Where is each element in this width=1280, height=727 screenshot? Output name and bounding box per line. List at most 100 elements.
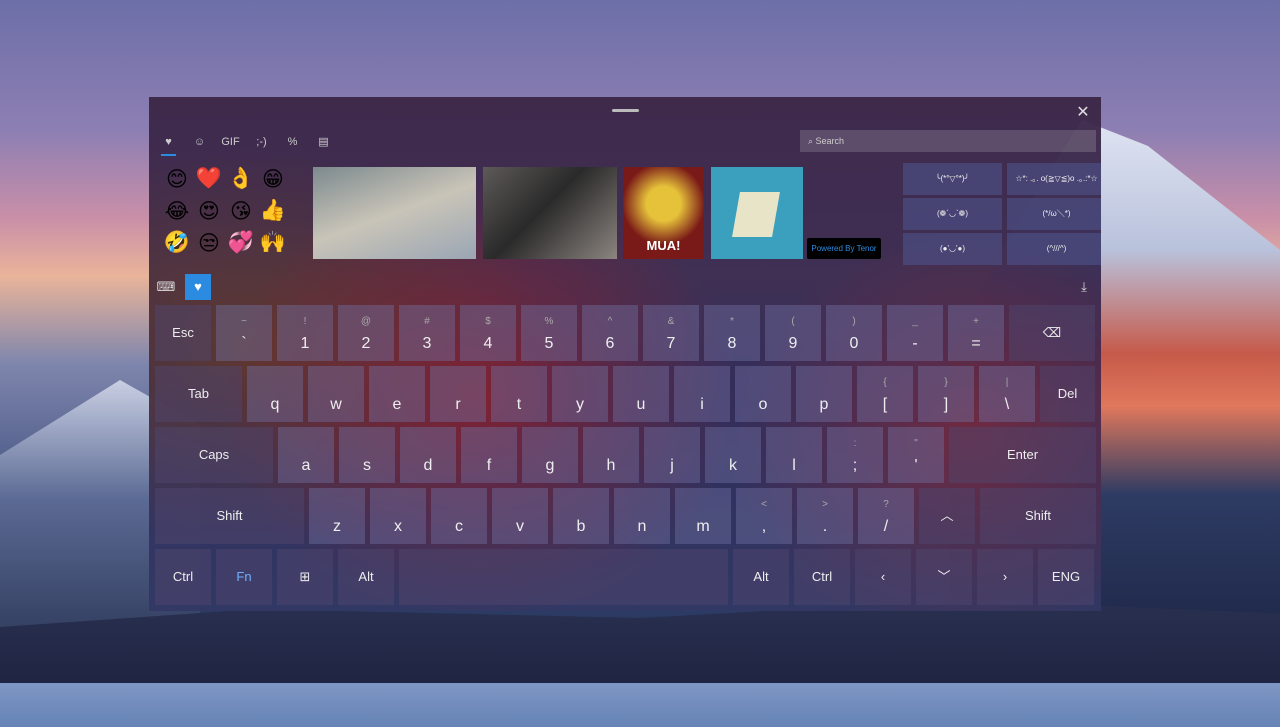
search-input[interactable]: ⌕ Search	[800, 130, 1096, 152]
key-g[interactable]: g	[522, 427, 578, 483]
ctrl-key[interactable]: Ctrl	[155, 549, 211, 605]
gif-minion[interactable]: MUA!	[623, 167, 704, 259]
caps-lock-key[interactable]: Caps	[155, 427, 273, 483]
fn-key[interactable]: Fn	[216, 549, 272, 605]
kaomoji-item[interactable]: (^///^)	[1007, 233, 1101, 265]
right-arrow-key[interactable]: ›	[977, 549, 1033, 605]
key-7[interactable]: & 7	[643, 305, 699, 361]
up-arrow-key[interactable]: ︿	[919, 488, 975, 544]
shift-key[interactable]: Shift	[980, 488, 1096, 544]
emoji-item[interactable]: ❤️	[193, 167, 225, 199]
key-2[interactable]: @2	[338, 305, 394, 361]
gif-sheep[interactable]	[313, 167, 476, 259]
key-4[interactable]: $4	[460, 305, 516, 361]
key-j[interactable]: j	[644, 427, 700, 483]
key-\[interactable]: | \	[979, 366, 1035, 422]
key-a[interactable]: a	[278, 427, 334, 483]
key-z[interactable]: z	[309, 488, 365, 544]
key-;[interactable]: :;	[827, 427, 883, 483]
emoji-item[interactable]: 😁	[257, 167, 289, 199]
key-p[interactable]: p	[796, 366, 852, 422]
key-n[interactable]: n	[614, 488, 670, 544]
key--[interactable]: _ -	[887, 305, 943, 361]
key-[[interactable]: {[	[857, 366, 913, 422]
key-r[interactable]: r	[430, 366, 486, 422]
emoji-panel-toggle[interactable]: ♥	[185, 274, 211, 300]
symbols-icon[interactable]: %	[281, 133, 304, 155]
emoji-item[interactable]: 😂	[161, 199, 193, 231]
key-=[interactable]: + =	[948, 305, 1004, 361]
esc-key[interactable]: Esc	[155, 305, 211, 361]
alt-key[interactable]: Alt	[338, 549, 394, 605]
key-3[interactable]: #3	[399, 305, 455, 361]
key-b[interactable]: b	[553, 488, 609, 544]
dock-keyboard-icon[interactable]: ⤓	[1071, 274, 1097, 300]
emoji-item[interactable]: 👍	[257, 199, 289, 231]
kaomoji-item[interactable]: (*/ω＼*)	[1007, 198, 1101, 230]
key-/[interactable]: ? /	[858, 488, 914, 544]
alt-key[interactable]: Alt	[733, 549, 789, 605]
windows-key[interactable]: ⊞	[277, 549, 333, 605]
key-y[interactable]: y	[552, 366, 608, 422]
key-l[interactable]: l	[766, 427, 822, 483]
left-arrow-key[interactable]: ‹	[855, 549, 911, 605]
key-x[interactable]: x	[370, 488, 426, 544]
key-m[interactable]: m	[675, 488, 731, 544]
kaomoji-item[interactable]: (●'◡'●)	[903, 233, 1002, 265]
key-c[interactable]: c	[431, 488, 487, 544]
emoji-item[interactable]: 👌	[225, 167, 257, 199]
key-v[interactable]: v	[492, 488, 548, 544]
key-e[interactable]: e	[369, 366, 425, 422]
key-f[interactable]: f	[461, 427, 517, 483]
key-t[interactable]: t	[491, 366, 547, 422]
gif-icon[interactable]: GIF	[219, 133, 242, 155]
key-0[interactable]: ) 0	[826, 305, 882, 361]
gif-clippy[interactable]	[711, 167, 803, 259]
key-8[interactable]: * 8	[704, 305, 760, 361]
keyboard-settings-icon[interactable]: ⌨	[153, 274, 179, 300]
key-][interactable]: }]	[918, 366, 974, 422]
key-'[interactable]: " '	[888, 427, 944, 483]
key-q[interactable]: q	[247, 366, 303, 422]
gif-sunglasses[interactable]	[483, 167, 617, 259]
drag-handle[interactable]	[612, 109, 639, 112]
close-button[interactable]: ✕	[1073, 103, 1093, 123]
emoji-icon[interactable]: ☺	[188, 133, 211, 155]
shift-key[interactable]: Shift	[155, 488, 304, 544]
key-w[interactable]: w	[308, 366, 364, 422]
key-i[interactable]: i	[674, 366, 730, 422]
powered-by-tenor[interactable]: Powered By Tenor	[807, 238, 881, 259]
key-h[interactable]: h	[583, 427, 639, 483]
emoji-item[interactable]: 🙌	[257, 231, 289, 263]
key-k[interactable]: k	[705, 427, 761, 483]
emoji-item[interactable]: 😍	[193, 199, 225, 231]
ctrl-key[interactable]: Ctrl	[794, 549, 850, 605]
key-.[interactable]: >.	[797, 488, 853, 544]
key-u[interactable]: u	[613, 366, 669, 422]
key-9[interactable]: (9	[765, 305, 821, 361]
favorites-icon[interactable]: ♥	[157, 133, 180, 156]
down-arrow-key[interactable]: ﹀	[916, 549, 972, 605]
backspace-key[interactable]: ⌫	[1009, 305, 1095, 361]
emoji-item[interactable]: 😊	[161, 167, 193, 199]
key-,[interactable]: <,	[736, 488, 792, 544]
delete-key[interactable]: Del	[1040, 366, 1095, 422]
key-6[interactable]: ^ 6	[582, 305, 638, 361]
emoji-item[interactable]: 😒	[193, 231, 225, 263]
kaomoji-item[interactable]: (❁´◡`❁)	[903, 198, 1002, 230]
language-key[interactable]: ENG	[1038, 549, 1094, 605]
key-`[interactable]: ~ `	[216, 305, 272, 361]
key-d[interactable]: d	[400, 427, 456, 483]
tab-key[interactable]: Tab	[155, 366, 242, 422]
kaomoji-icon[interactable]: ;-)	[250, 133, 273, 155]
enter-key[interactable]: Enter	[949, 427, 1096, 483]
key-1[interactable]: ! 1	[277, 305, 333, 361]
emoji-item[interactable]: 💞	[225, 231, 257, 263]
emoji-item[interactable]: 🤣	[161, 231, 193, 263]
kaomoji-item[interactable]: ╰(*°▽°*)╯	[903, 163, 1002, 195]
key-5[interactable]: % 5	[521, 305, 577, 361]
kaomoji-item[interactable]: ☆*: .｡. o(≧▽≦)o .｡.:*☆	[1007, 163, 1101, 195]
emoji-item[interactable]: 😘	[225, 199, 257, 231]
key-o[interactable]: o	[735, 366, 791, 422]
space-key[interactable]	[399, 549, 728, 605]
